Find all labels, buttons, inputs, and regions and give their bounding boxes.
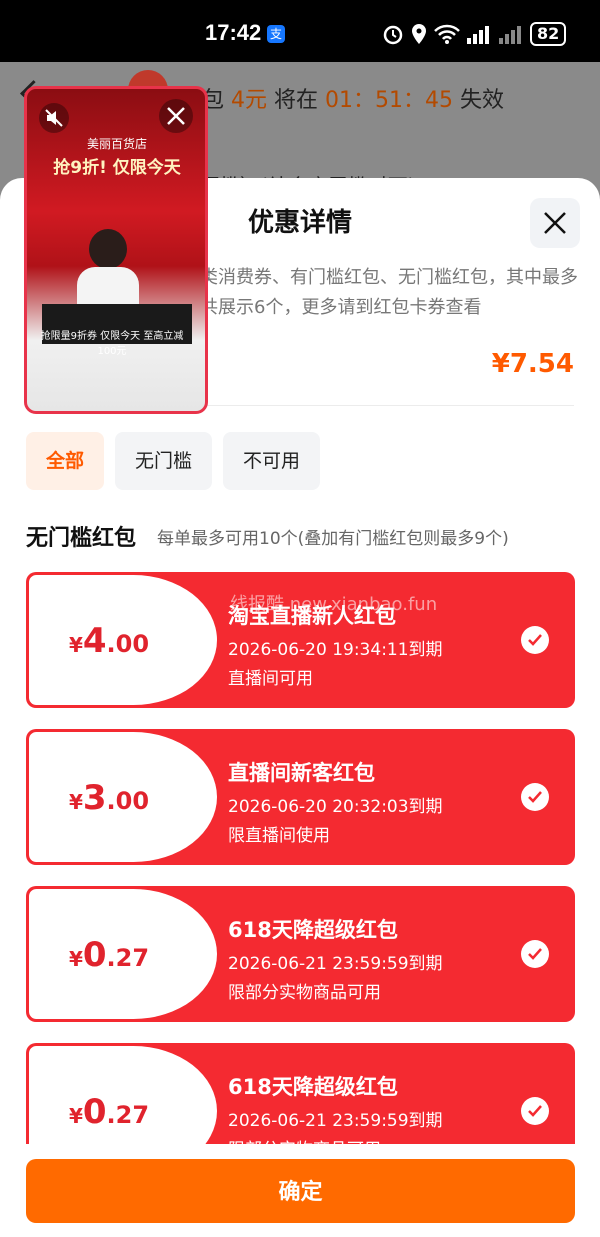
amount-decimal: .27 [106, 944, 150, 972]
checkmark-icon [528, 1105, 542, 1117]
wifi-icon [434, 24, 460, 44]
coupon-amount-panel: ¥3.00 [29, 732, 217, 862]
sheet-description: 类消费券、有门槛红包、无门槛红包，其中最多共展示6个，更多请到红包卡券查看 [200, 267, 578, 318]
coupon-expiry: 2026-06-20 20:32:03到期 [228, 797, 443, 817]
coupon-amount-panel: ¥4.00 [29, 575, 217, 705]
total-discount: ¥7.54 [491, 349, 574, 379]
coupon-scope: 限部分实物商品可用 [228, 983, 381, 1003]
coupon-amount: ¥4.00 [29, 621, 189, 661]
checkmark-icon [528, 948, 542, 960]
coupon-amount: ¥0.27 [29, 935, 189, 975]
coupon-card[interactable]: ¥0.27 618天降超级红包 2026-06-21 23:59:59到期 限部… [26, 886, 575, 1022]
coupon-title: 直播间新客红包 [228, 761, 375, 785]
amount-decimal: .27 [106, 1101, 150, 1129]
coupon-expiry: 2026-06-21 23:59:59到期 [228, 954, 443, 974]
close-icon [544, 212, 566, 234]
alipay-icon: 支 [267, 25, 285, 43]
filter-tabs: 全部 无门槛 不可用 [26, 432, 321, 490]
signal-weak-icon [499, 26, 521, 44]
background-countdown: 红包 4元 将在 01：51：45 失效 [180, 82, 504, 114]
status-time: 17:42 [205, 20, 262, 45]
coupon-checkbox[interactable] [521, 940, 549, 968]
live-video-pip[interactable]: 美丽百货店 抢9折! 仅限今天 抢限量9折券 仅限今天 至高立减100元 [24, 86, 208, 414]
coupon-title: 618天降超级红包 [228, 918, 398, 942]
tab-no-threshold[interactable]: 无门槛 [115, 432, 213, 490]
bg-countdown: 01：51：45 [325, 88, 454, 113]
coupon-card[interactable]: ¥0.27 618天降超级红包 2026-06-21 23:59:59到期 限部… [26, 1043, 575, 1144]
coupon-checkbox[interactable] [521, 1097, 549, 1125]
close-button[interactable] [530, 198, 580, 248]
confirm-button[interactable]: 确定 [26, 1159, 575, 1223]
currency-symbol: ¥ [68, 633, 83, 657]
coupon-scope: 限直播间使用 [228, 826, 330, 846]
amount-integer: 0 [82, 1092, 107, 1132]
status-icons: 82 [382, 19, 567, 49]
bg-middle: 将在 [274, 88, 319, 113]
section-note: 每单最多可用10个(叠加有门槛红包则最多9个) [157, 529, 509, 549]
coupon-scope: 限部分实物商品可用 [228, 1135, 381, 1144]
watermark-text: 线报酷 new.xianbao.fun [230, 594, 438, 615]
bg-suffix: 失效 [460, 88, 505, 113]
currency-symbol: ¥ [68, 1104, 83, 1128]
coupon-amount: ¥0.27 [29, 1092, 189, 1132]
coupon-expiry: 2026-06-21 23:59:59到期 [228, 1111, 443, 1131]
coupon-card[interactable]: ¥3.00 直播间新客红包 2026-06-20 20:32:03到期 限直播间… [26, 729, 575, 865]
tab-all[interactable]: 全部 [26, 432, 105, 490]
coupon-checkbox[interactable] [521, 783, 549, 811]
video-banner: 抢限量9折券 仅限今天 至高立减100元 [40, 331, 184, 357]
checkmark-icon [528, 791, 542, 803]
coupon-amount-panel: ¥0.27 [29, 1046, 217, 1144]
amount-decimal: .00 [106, 787, 150, 815]
video-headline: 抢9折! 仅限今天 [53, 158, 181, 178]
coupon-checkbox[interactable] [521, 626, 549, 654]
tab-unavailable[interactable]: 不可用 [223, 432, 321, 490]
amount-decimal: .00 [106, 630, 150, 658]
pip-close-button[interactable] [159, 99, 193, 133]
video-host-head [89, 229, 127, 269]
alarm-icon [383, 25, 403, 45]
video-store-name: 美丽百货店 [86, 137, 147, 151]
amount-integer: 4 [82, 621, 107, 661]
speaker-muted-icon [45, 109, 63, 127]
coupon-amount-panel: ¥0.27 [29, 889, 217, 1019]
battery-indicator: 82 [530, 22, 567, 46]
coupon-expiry: 2026-06-20 19:34:11到期 [228, 640, 443, 660]
coupon-title: 618天降超级红包 [228, 1075, 398, 1099]
status-bar: 17:42 支 82 [0, 0, 600, 62]
checkmark-icon [528, 634, 542, 646]
coupon-list[interactable]: ¥4.00 淘宝直播新人红包 2026-06-20 19:34:11到期 直播间… [26, 572, 575, 1144]
coupon-scope: 直播间可用 [228, 669, 313, 689]
location-icon [412, 24, 426, 44]
coupon-amount: ¥3.00 [29, 778, 189, 818]
signal-4g-icon [467, 26, 489, 44]
amount-integer: 3 [82, 778, 107, 818]
mute-button[interactable] [39, 103, 69, 133]
bg-amount: 4元 [231, 88, 268, 113]
currency-symbol: ¥ [68, 947, 83, 971]
currency-symbol: ¥ [68, 790, 83, 814]
section-title: 无门槛红包 [26, 526, 137, 551]
amount-integer: 0 [82, 935, 107, 975]
close-icon [167, 107, 185, 125]
